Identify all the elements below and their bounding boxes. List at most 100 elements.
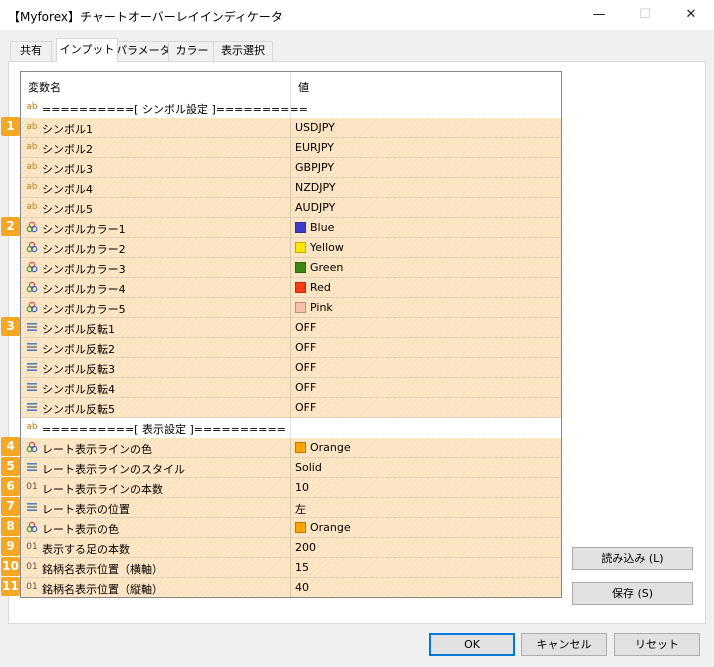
row-name: シンボルカラー5 xyxy=(42,303,126,316)
row-name: シンボル反転4 xyxy=(42,383,115,396)
row-divider xyxy=(290,538,291,557)
color-icon xyxy=(25,301,39,314)
row-value[interactable]: Red xyxy=(295,281,331,294)
row-divider xyxy=(290,358,291,377)
grid-row[interactable]: 01 表示する足の本数 200 xyxy=(21,538,561,558)
row-divider xyxy=(290,238,291,257)
load-button[interactable]: 読み込み (L) xyxy=(572,547,693,570)
row-value[interactable]: Green xyxy=(295,261,343,274)
callout-badge: 1 xyxy=(1,117,20,136)
row-value[interactable]: EURJPY xyxy=(295,141,334,154)
row-value[interactable]: Pink xyxy=(295,301,333,314)
tab-colors[interactable]: カラー xyxy=(168,41,216,61)
cancel-button[interactable]: キャンセル xyxy=(521,633,607,656)
row-divider xyxy=(290,158,291,177)
ab-icon: ab xyxy=(26,202,38,212)
row-value-text: EURJPY xyxy=(295,141,334,154)
row-value[interactable]: OFF xyxy=(295,381,316,394)
row-value[interactable]: Orange xyxy=(295,521,351,534)
grid-row[interactable]: レート表示の色 Orange xyxy=(21,518,561,538)
row-value[interactable]: 200 xyxy=(295,541,316,554)
close-button[interactable]: ✕ xyxy=(668,0,714,30)
row-divider xyxy=(290,118,291,137)
tab-visualization[interactable]: 表示選択 xyxy=(213,41,273,61)
row-name: シンボル反転3 xyxy=(42,363,115,376)
row-divider xyxy=(290,458,291,477)
row-value[interactable]: OFF xyxy=(295,321,316,334)
grid-row[interactable]: シンボル反転5 OFF xyxy=(21,398,561,418)
color-icon xyxy=(25,441,39,454)
tab-parameters[interactable]: パラメータ xyxy=(115,41,171,61)
row-divider xyxy=(290,218,291,237)
grid-row[interactable]: ab シンボル4 NZDJPY xyxy=(21,178,561,198)
row-value[interactable]: AUDJPY xyxy=(295,201,335,214)
row-name: シンボル5 xyxy=(42,203,93,216)
row-value-text: Orange xyxy=(310,441,351,454)
grid-row[interactable]: シンボル反転3 OFF xyxy=(21,358,561,378)
number-icon: 01 xyxy=(26,482,38,492)
column-header-value[interactable]: 値 xyxy=(298,79,309,95)
grid-row[interactable]: レート表示の位置 左 xyxy=(21,498,561,518)
save-button[interactable]: 保存 (S) xyxy=(572,582,693,605)
grid-row[interactable]: 01 銘柄名表示位置（横軸） 15 xyxy=(21,558,561,578)
row-value[interactable]: Yellow xyxy=(295,241,344,254)
row-name: シンボル反転1 xyxy=(42,323,115,336)
row-value[interactable]: Blue xyxy=(295,221,334,234)
grid-row[interactable]: シンボル反転4 OFF xyxy=(21,378,561,398)
row-value[interactable]: OFF xyxy=(295,401,316,414)
row-value-text: 15 xyxy=(295,561,309,574)
row-divider xyxy=(290,478,291,497)
grid-row[interactable]: ab ==========[ シンボル設定 ]========== xyxy=(21,98,561,118)
grid-row[interactable]: シンボルカラー5 Pink xyxy=(21,298,561,318)
row-value[interactable]: NZDJPY xyxy=(295,181,336,194)
callout-badge: 6 xyxy=(1,477,20,496)
grid-row[interactable]: レート表示ラインのスタイル Solid xyxy=(21,458,561,478)
row-value[interactable]: Orange xyxy=(295,441,351,454)
row-value[interactable]: 15 xyxy=(295,561,309,574)
grid-row[interactable]: シンボルカラー2 Yellow xyxy=(21,238,561,258)
grid-row[interactable]: ab シンボル3 GBPJPY xyxy=(21,158,561,178)
row-value[interactable]: 10 xyxy=(295,481,309,494)
window-title: 【Myforex】チャートオーバーレイインディケータ xyxy=(8,10,283,24)
grid-row[interactable]: 01 銘柄名表示位置（縦軸） 40 xyxy=(21,578,561,597)
row-value[interactable]: USDJPY xyxy=(295,121,335,134)
column-divider[interactable] xyxy=(290,72,291,98)
grid-row[interactable]: レート表示ラインの色 Orange xyxy=(21,438,561,458)
tab-common[interactable]: 共有 xyxy=(10,41,52,61)
column-header-name[interactable]: 変数名 xyxy=(28,79,61,95)
grid-row[interactable]: シンボルカラー3 Green xyxy=(21,258,561,278)
grid-row[interactable]: ab ==========[ 表示設定 ]========== xyxy=(21,418,561,438)
grid-row[interactable]: シンボル反転2 OFF xyxy=(21,338,561,358)
row-value[interactable]: OFF xyxy=(295,341,316,354)
grid-row[interactable]: シンボルカラー4 Red xyxy=(21,278,561,298)
row-name: シンボル4 xyxy=(42,183,93,196)
row-divider xyxy=(290,378,291,397)
minimize-button[interactable]: — xyxy=(576,0,622,30)
grid-row[interactable]: シンボルカラー1 Blue xyxy=(21,218,561,238)
grid-row[interactable]: シンボル反転1 OFF xyxy=(21,318,561,338)
grid-row[interactable]: ab シンボル1 USDJPY xyxy=(21,118,561,138)
row-value-text: OFF xyxy=(295,321,317,334)
row-divider xyxy=(290,178,291,197)
grid-row[interactable]: ab シンボル2 EURJPY xyxy=(21,138,561,158)
row-name: シンボル2 xyxy=(42,143,93,156)
ok-button[interactable]: OK xyxy=(429,633,515,656)
color-swatch xyxy=(295,242,306,253)
grid-row[interactable]: ab シンボル5 AUDJPY xyxy=(21,198,561,218)
number-icon: 01 xyxy=(26,582,38,592)
row-value[interactable]: 40 xyxy=(295,581,309,594)
row-value-text: Green xyxy=(310,261,344,274)
row-name: シンボル3 xyxy=(42,163,93,176)
reset-button[interactable]: リセット xyxy=(614,633,700,656)
row-divider xyxy=(290,278,291,297)
row-value[interactable]: Solid xyxy=(295,461,322,474)
tab-inputs[interactable]: インプット xyxy=(56,38,118,62)
row-value[interactable]: OFF xyxy=(295,361,316,374)
callout-badge: 2 xyxy=(1,217,20,236)
row-value[interactable]: 左 xyxy=(295,501,306,517)
grid-row[interactable]: 01 レート表示ラインの本数 10 xyxy=(21,478,561,498)
row-value[interactable]: GBPJPY xyxy=(295,161,334,174)
list-icon xyxy=(25,401,39,414)
row-name: レート表示の色 xyxy=(42,523,119,536)
color-swatch xyxy=(295,262,306,273)
